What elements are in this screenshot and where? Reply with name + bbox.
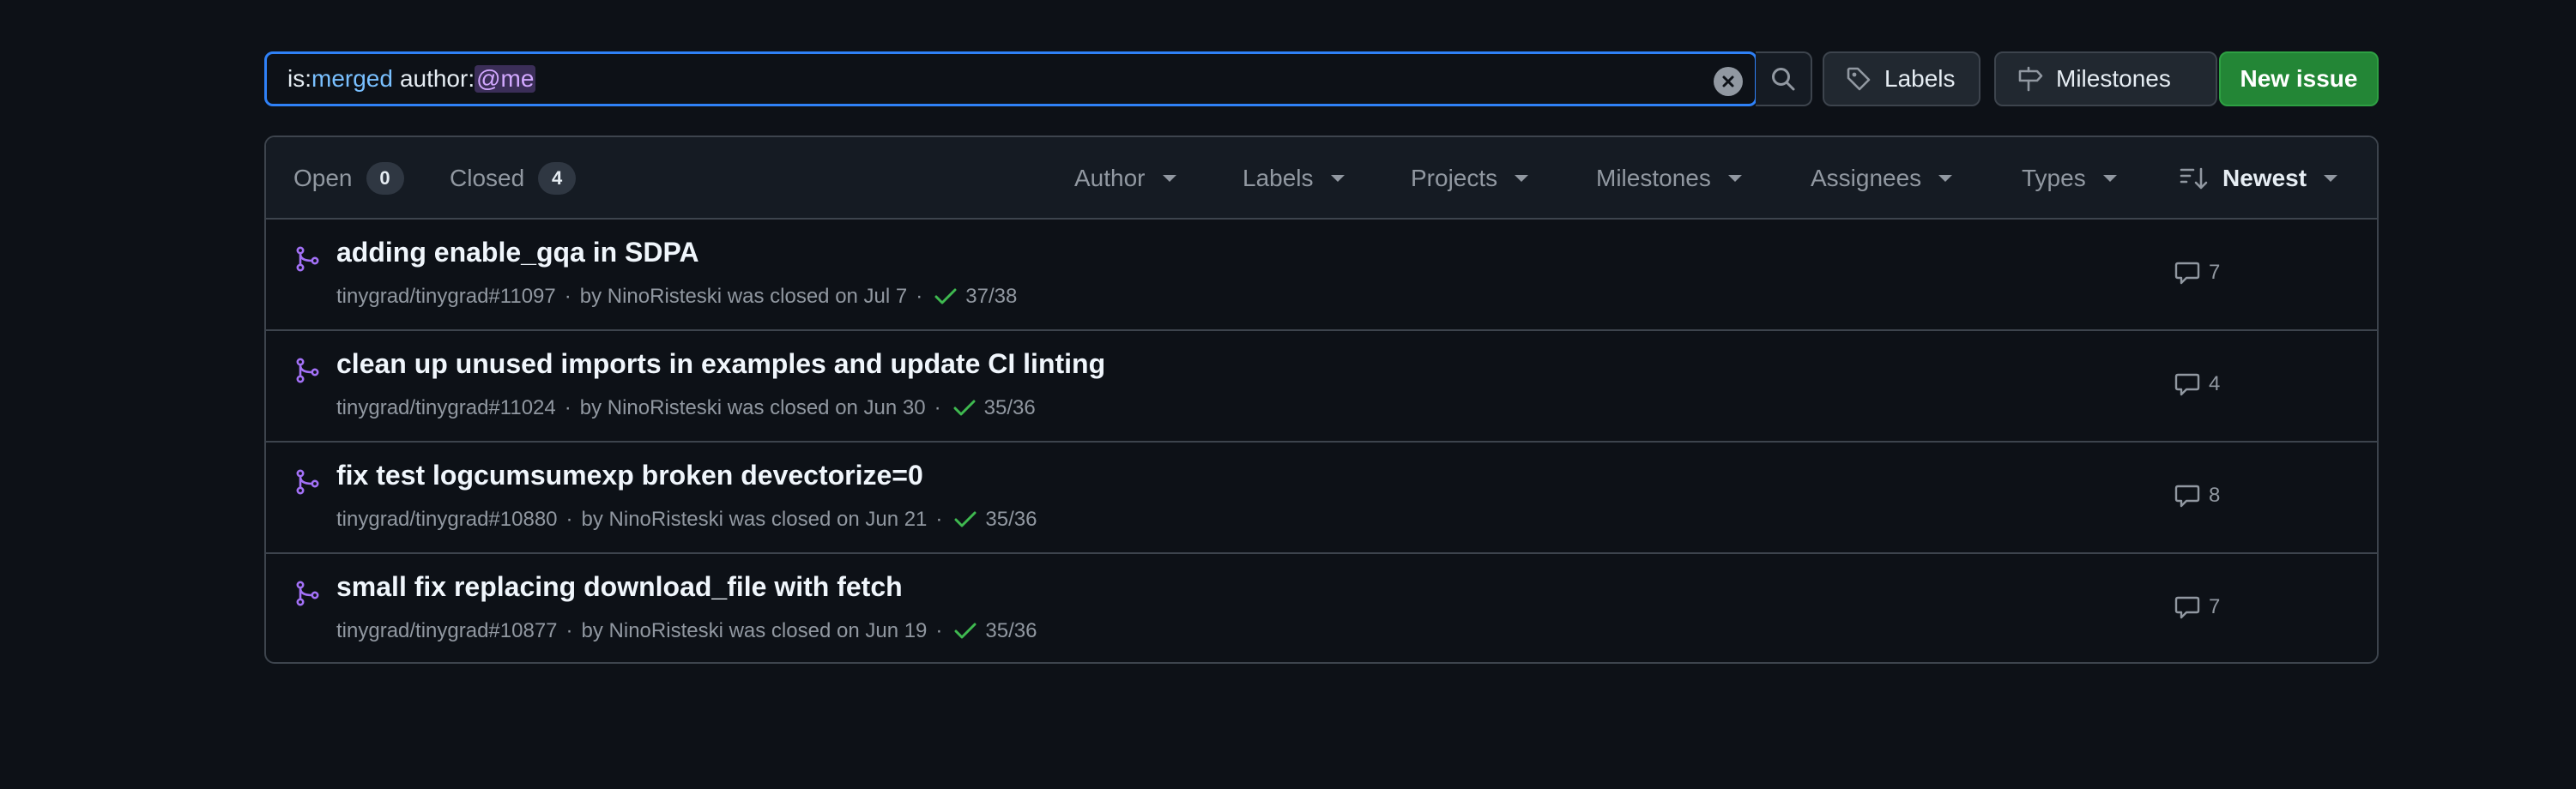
item-meta: tinygrad/tinygrad#11024 · by NinoRistesk… <box>336 396 1036 420</box>
closed-tab-label: Closed <box>450 165 525 191</box>
item-byline: by NinoRisteski was closed on Jun 30 <box>579 396 926 419</box>
git-merge-icon <box>296 469 319 495</box>
chevron-down-icon <box>1162 175 1176 182</box>
comments-link[interactable]: 7 <box>2174 261 2220 285</box>
list-item: clean up unused imports in examples and … <box>266 331 2377 443</box>
chevron-down-icon <box>1515 175 1529 182</box>
comment-icon <box>2174 262 2200 285</box>
labels-button-label: Labels <box>1884 65 1956 92</box>
item-meta: tinygrad/tinygrad#10877 · by NinoRistesk… <box>336 619 1037 643</box>
open-tab-label: Open <box>293 165 353 191</box>
item-checks[interactable]: 35/36 <box>984 396 1036 420</box>
search-input[interactable]: is: merged author: @me <box>264 51 1757 106</box>
query-key-is: is: <box>287 65 311 92</box>
item-byline: by NinoRisteski was closed on Jul 7 <box>579 285 908 308</box>
milestone-icon <box>2018 66 2043 92</box>
clear-search-button[interactable] <box>1714 67 1743 96</box>
git-merge-icon <box>296 246 319 272</box>
author-filter-label: Author <box>1074 165 1146 191</box>
item-ref: tinygrad/tinygrad#10877 <box>336 619 558 642</box>
types-filter[interactable]: Types <box>2022 137 2117 220</box>
list-item: small fix replacing download_file with f… <box>266 554 2377 662</box>
issues-list: Open 0 Closed 4 Author Labels Projects M… <box>264 136 2379 664</box>
labels-filter[interactable]: Labels <box>1243 137 1345 220</box>
list-item: adding enable_gqa in SDPA tinygrad/tinyg… <box>266 220 2377 331</box>
item-title-link[interactable]: small fix replacing download_file with f… <box>336 571 903 603</box>
item-title-link[interactable]: fix test logcumsumexp broken devectorize… <box>336 460 923 491</box>
item-checks[interactable]: 37/38 <box>965 285 1017 309</box>
query-value-me: @me <box>475 65 536 93</box>
query-key-author: author: <box>399 65 475 92</box>
new-issue-button[interactable]: New issue <box>2219 51 2379 106</box>
comments-link[interactable]: 7 <box>2174 595 2220 619</box>
item-byline: by NinoRisteski was closed on Jun 21 <box>581 508 928 531</box>
comment-count: 8 <box>2209 484 2221 507</box>
projects-filter[interactable]: Projects <box>1411 137 1529 220</box>
open-tab[interactable]: Open 0 <box>293 137 404 220</box>
chevron-down-icon <box>1330 175 1345 182</box>
chevron-down-icon <box>1938 175 1953 182</box>
closed-tab[interactable]: Closed 4 <box>450 137 577 220</box>
comment-count: 7 <box>2209 595 2221 618</box>
closed-count-badge: 4 <box>538 162 577 195</box>
comment-icon <box>2174 373 2200 396</box>
milestones-button[interactable]: Milestones <box>1994 51 2217 106</box>
item-ref: tinygrad/tinygrad#10880 <box>336 508 558 531</box>
milestones-button-label: Milestones <box>2056 65 2171 92</box>
item-ref: tinygrad/tinygrad#11097 <box>336 285 556 308</box>
comment-count: 4 <box>2209 372 2221 395</box>
projects-filter-label: Projects <box>1411 165 1498 191</box>
item-checks[interactable]: 35/36 <box>985 619 1037 643</box>
item-byline: by NinoRisteski was closed on Jun 19 <box>581 619 928 642</box>
author-filter[interactable]: Author <box>1074 137 1176 220</box>
filter-bar: is: merged author: @me Labels Milestones Ne… <box>264 51 2379 106</box>
list-item: fix test logcumsumexp broken devectorize… <box>266 443 2377 554</box>
chevron-down-icon <box>1727 175 1742 182</box>
assignees-filter-label: Assignees <box>1811 165 1922 191</box>
types-filter-label: Types <box>2022 165 2086 191</box>
search-icon <box>1772 68 1795 91</box>
tag-icon <box>1847 67 1871 91</box>
comment-icon <box>2174 596 2200 619</box>
item-meta: tinygrad/tinygrad#11097 · by NinoRistesk… <box>336 285 1018 309</box>
comments-link[interactable]: 4 <box>2174 372 2220 396</box>
milestones-filter-label: Milestones <box>1596 165 1711 191</box>
search-button[interactable] <box>1756 51 1812 106</box>
sort-dropdown[interactable]: Newest <box>2180 137 2338 220</box>
item-title-link[interactable]: adding enable_gqa in SDPA <box>336 237 699 268</box>
comments-link[interactable]: 8 <box>2174 484 2220 508</box>
check-icon[interactable] <box>954 622 977 641</box>
chevron-down-icon <box>2324 175 2338 182</box>
comment-icon <box>2174 485 2200 508</box>
item-checks[interactable]: 35/36 <box>985 508 1037 532</box>
check-icon[interactable] <box>954 510 977 529</box>
item-title-link[interactable]: clean up unused imports in examples and … <box>336 348 1105 380</box>
sort-dropdown-label: Newest <box>2222 165 2307 191</box>
query-value-merged: merged <box>311 65 393 92</box>
assignees-filter[interactable]: Assignees <box>1811 137 1953 220</box>
item-ref: tinygrad/tinygrad#11024 <box>336 396 556 419</box>
x-circle-icon <box>1722 75 1734 87</box>
labels-filter-label: Labels <box>1243 165 1314 191</box>
issues-list-header: Open 0 Closed 4 Author Labels Projects M… <box>266 137 2377 220</box>
sort-desc-icon <box>2180 167 2208 190</box>
comment-count: 7 <box>2209 261 2221 284</box>
git-merge-icon <box>296 358 319 383</box>
labels-button[interactable]: Labels <box>1823 51 1980 106</box>
new-issue-button-label: New issue <box>2240 65 2358 92</box>
git-merge-icon <box>296 581 319 606</box>
check-icon[interactable] <box>934 287 957 306</box>
item-meta: tinygrad/tinygrad#10880 · by NinoRistesk… <box>336 508 1037 532</box>
check-icon[interactable] <box>953 399 976 418</box>
open-count-badge: 0 <box>366 162 404 195</box>
chevron-down-icon <box>2102 175 2117 182</box>
milestones-filter[interactable]: Milestones <box>1596 137 1742 220</box>
